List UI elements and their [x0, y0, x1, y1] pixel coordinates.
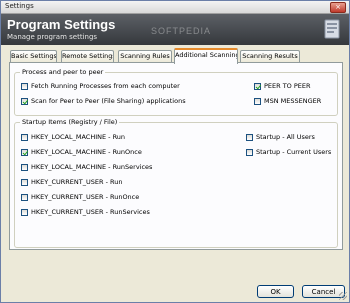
checkbox[interactable]: [21, 193, 28, 201]
tab-scanning-rules[interactable]: Scanning Rules: [118, 50, 172, 62]
option-fetch-processes[interactable]: Fetch Running Processes from each comput…: [21, 82, 180, 92]
checkbox[interactable]: [246, 133, 253, 141]
checkbox[interactable]: [21, 178, 28, 186]
title-bar: Settings ×: [1, 1, 349, 14]
checkbox[interactable]: [254, 82, 261, 90]
option-startup-all-users[interactable]: Startup - All Users: [246, 133, 315, 143]
option-label: Scan for Peer to Peer (File Sharing) app…: [31, 97, 186, 105]
option-label: HKEY_LOCAL_MACHINE - RunServices: [31, 163, 153, 171]
checkbox[interactable]: [21, 148, 28, 156]
option-label: HKEY_LOCAL_MACHINE - RunOnce: [31, 148, 142, 156]
option-label: HKEY_LOCAL_MACHINE - Run: [31, 133, 126, 141]
ok-button[interactable]: OK: [257, 285, 294, 298]
page-subtitle: Manage program settings: [7, 33, 98, 41]
checkbox[interactable]: [254, 97, 261, 105]
close-icon[interactable]: ×: [330, 2, 346, 13]
option-hkcu-runservices[interactable]: HKEY_CURRENT_USER - RunServices: [21, 208, 150, 218]
option-hkcu-runonce[interactable]: HKEY_CURRENT_USER - RunOnce: [21, 193, 139, 203]
option-msn-messenger[interactable]: MSN MESSENGER: [254, 97, 321, 107]
option-label: HKEY_CURRENT_USER - RunServices: [31, 208, 150, 216]
startup-group-legend: Startup Items (Registry / File): [20, 118, 120, 126]
tab-basic-settings[interactable]: Basic Settings: [10, 50, 57, 62]
checkbox[interactable]: [21, 82, 28, 90]
checkbox[interactable]: [21, 208, 28, 216]
option-label: PEER TO PEER: [264, 82, 311, 90]
option-startup-current-users[interactable]: Startup - Current Users: [246, 148, 331, 158]
option-label: HKEY_CURRENT_USER - RunOnce: [31, 193, 140, 201]
header-banner: SOFTPEDIA Program Settings Manage progra…: [1, 14, 349, 45]
resize-grip[interactable]: [339, 292, 347, 300]
option-hkcu-run[interactable]: HKEY_CURRENT_USER - Run: [21, 178, 122, 188]
checkbox[interactable]: [246, 148, 253, 156]
additional-scanning-panel: Process and peer to peer Fetch Running P…: [9, 62, 343, 250]
page-title: Program Settings: [7, 17, 116, 32]
checkbox[interactable]: [21, 133, 28, 141]
option-label: Startup - All Users: [256, 133, 315, 141]
process-group: Process and peer to peer Fetch Running P…: [14, 68, 338, 116]
option-scan-p2p[interactable]: Scan for Peer to Peer (File Sharing) app…: [21, 97, 186, 107]
option-label: Startup - Current Users: [256, 148, 332, 156]
option-label: Fetch Running Processes from each comput…: [31, 82, 180, 90]
checkbox[interactable]: [21, 163, 28, 171]
option-hklm-runonce[interactable]: HKEY_LOCAL_MACHINE - RunOnce: [21, 148, 142, 158]
option-peer-to-peer[interactable]: PEER TO PEER: [254, 82, 311, 92]
settings-window: Settings × SOFTPEDIA Program Settings Ma…: [0, 0, 350, 303]
tab-remote-settings[interactable]: Remote Settings: [61, 50, 114, 62]
settings-icon: [324, 19, 340, 39]
option-label: HKEY_CURRENT_USER - Run: [31, 178, 123, 186]
checkbox[interactable]: [21, 97, 28, 105]
tab-scanning-results[interactable]: Scanning Results: [240, 50, 300, 62]
startup-group: Startup Items (Registry / File) HKEY_LOC…: [14, 118, 338, 248]
option-label: MSN MESSENGER: [264, 97, 322, 105]
watermark: SOFTPEDIA: [151, 26, 212, 36]
option-hklm-run[interactable]: HKEY_LOCAL_MACHINE - Run: [21, 133, 125, 143]
window-title: Settings: [5, 2, 34, 10]
process-group-legend: Process and peer to peer: [20, 68, 106, 76]
tab-additional-scanning[interactable]: Additional Scanning: [174, 48, 238, 64]
option-hklm-runservices[interactable]: HKEY_LOCAL_MACHINE - RunServices: [21, 163, 152, 173]
